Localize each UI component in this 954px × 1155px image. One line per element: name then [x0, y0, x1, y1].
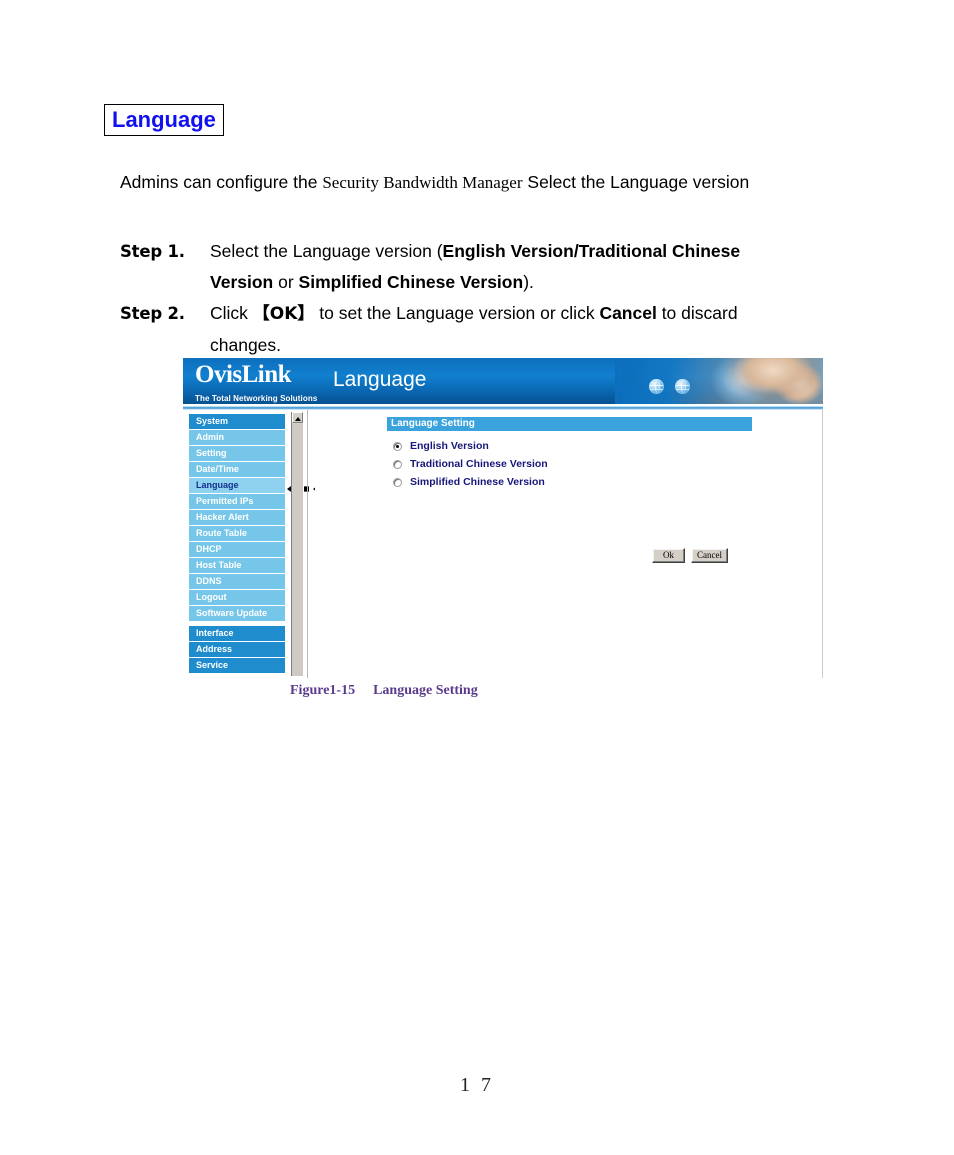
ok-button[interactable]: Ok [652, 548, 685, 563]
step-2: Step 2. Click 【OK】 to set the Language v… [120, 298, 920, 361]
sidebar-item-permitted-ips[interactable]: Permitted IPs [189, 494, 285, 509]
sidebar-item-setting[interactable]: Setting [189, 446, 285, 461]
embedded-screenshot: OvisLink The Total Networking Solutions … [183, 358, 823, 678]
figure-number: Figure1-15 [290, 683, 356, 698]
panel-buttons: Ok Cancel [652, 548, 728, 563]
sidebar-item-route-table[interactable]: Route Table [189, 526, 285, 541]
app-page-title: Language [333, 368, 427, 391]
step-2-line-2: changes. [210, 335, 282, 355]
sidebar-item-admin[interactable]: Admin [189, 430, 285, 445]
globe-icon[interactable] [649, 379, 664, 394]
sidebar-item-ddns[interactable]: DDNS [189, 574, 285, 589]
step-1-line-2: Version or Simplified Chinese Version). [210, 267, 920, 298]
ok-button-reference: 【OK】 [252, 304, 315, 324]
sidebar-section-service[interactable]: Service [189, 658, 285, 673]
product-name: Security Bandwidth Manager [322, 173, 523, 192]
intro-tail: Select the Language version [522, 172, 750, 192]
step-2-text-a: Click [210, 303, 253, 323]
step-2-text-c: to discard [656, 303, 738, 323]
step-1: Step 1. Select the Language version (Eng… [120, 236, 920, 298]
panel-divider [307, 410, 308, 678]
sidebar-section-address[interactable]: Address [189, 642, 285, 657]
step-2-text-b: to set the Language version or click [314, 303, 600, 323]
scrollbar-track[interactable] [292, 424, 303, 676]
step-1-text-a: Select the Language version ( [210, 241, 443, 261]
language-setting-header: Language Setting [387, 417, 752, 431]
sidebar-section-system[interactable]: System [189, 414, 285, 429]
radio-traditional-chinese[interactable] [393, 459, 402, 469]
option-label-traditional: Traditional Chinese Version [410, 458, 548, 470]
radio-simplified-chinese[interactable] [393, 477, 402, 487]
sidebar-item-dhcp[interactable]: DHCP [189, 542, 285, 557]
step-1-line-1: Select the Language version (English Ver… [210, 236, 920, 267]
option-label-simplified: Simplified Chinese Version [410, 476, 545, 488]
page-title: Language [104, 104, 224, 136]
cancel-button-reference: Cancel [599, 303, 657, 323]
step-2-line-1: Click 【OK】 to set the Language version o… [210, 298, 920, 330]
intro-paragraph: Admins can configure the Security Bandwi… [120, 170, 920, 195]
scroll-up-arrow-icon[interactable] [292, 412, 303, 423]
page-number: 1 7 [460, 1074, 494, 1096]
option-english-version[interactable]: English Version [387, 437, 767, 455]
radio-english-version[interactable] [393, 441, 402, 451]
ovislink-logo: OvisLink The Total Networking Solutions [195, 362, 331, 404]
logo-wordmark: OvisLink [195, 361, 292, 388]
document-page: Language Admins can configure the Securi… [0, 0, 954, 1155]
screenshot-right-edge [822, 410, 823, 678]
globe-icon[interactable] [675, 379, 690, 394]
option-simplified-chinese-version[interactable]: Simplified Chinese Version [387, 473, 767, 491]
step-1-text-c: ). [523, 272, 534, 292]
logo-tagline: The Total Networking Solutions [195, 394, 317, 404]
step-1-bold-b: Version [210, 272, 274, 292]
step-1-bold-a: English Version/Traditional Chinese [442, 241, 741, 261]
sidebar-item-software-update[interactable]: Software Update [189, 606, 285, 621]
cancel-button[interactable]: Cancel [691, 548, 728, 563]
intro-lead: Admins can configure the [120, 172, 323, 192]
figure-caption: Figure1-15 Language Setting [290, 683, 478, 699]
sidebar-item-date-time[interactable]: Date/Time [189, 462, 285, 477]
sidebar-item-hacker-alert[interactable]: Hacker Alert [189, 510, 285, 525]
app-banner: OvisLink The Total Networking Solutions … [183, 358, 823, 404]
sidebar-section-interface[interactable]: Interface [189, 626, 285, 641]
steps-list: Step 1. Select the Language version (Eng… [120, 236, 920, 361]
sidebar-item-host-table[interactable]: Host Table [189, 558, 285, 573]
option-label-english: English Version [410, 440, 489, 452]
app-body: System Admin Setting Date/Time Language … [183, 410, 823, 678]
sidebar-item-language[interactable]: Language [189, 478, 285, 493]
figure-caption-text: Language Setting [373, 683, 478, 698]
option-traditional-chinese-version[interactable]: Traditional Chinese Version [387, 455, 767, 473]
sidebar-menu: System Admin Setting Date/Time Language … [189, 414, 285, 674]
language-options-list: English Version Traditional Chinese Vers… [387, 437, 767, 491]
main-panel: Language Setting English Version Traditi… [315, 410, 823, 678]
step-1-bold-c: Simplified Chinese Version [298, 272, 524, 292]
step-1-text-b: or [273, 272, 299, 292]
step-1-label: Step 1. [120, 242, 185, 261]
sidebar-scrollbar[interactable] [291, 412, 304, 676]
sidebar-item-logout[interactable]: Logout [189, 590, 285, 605]
step-2-label: Step 2. [120, 304, 185, 323]
